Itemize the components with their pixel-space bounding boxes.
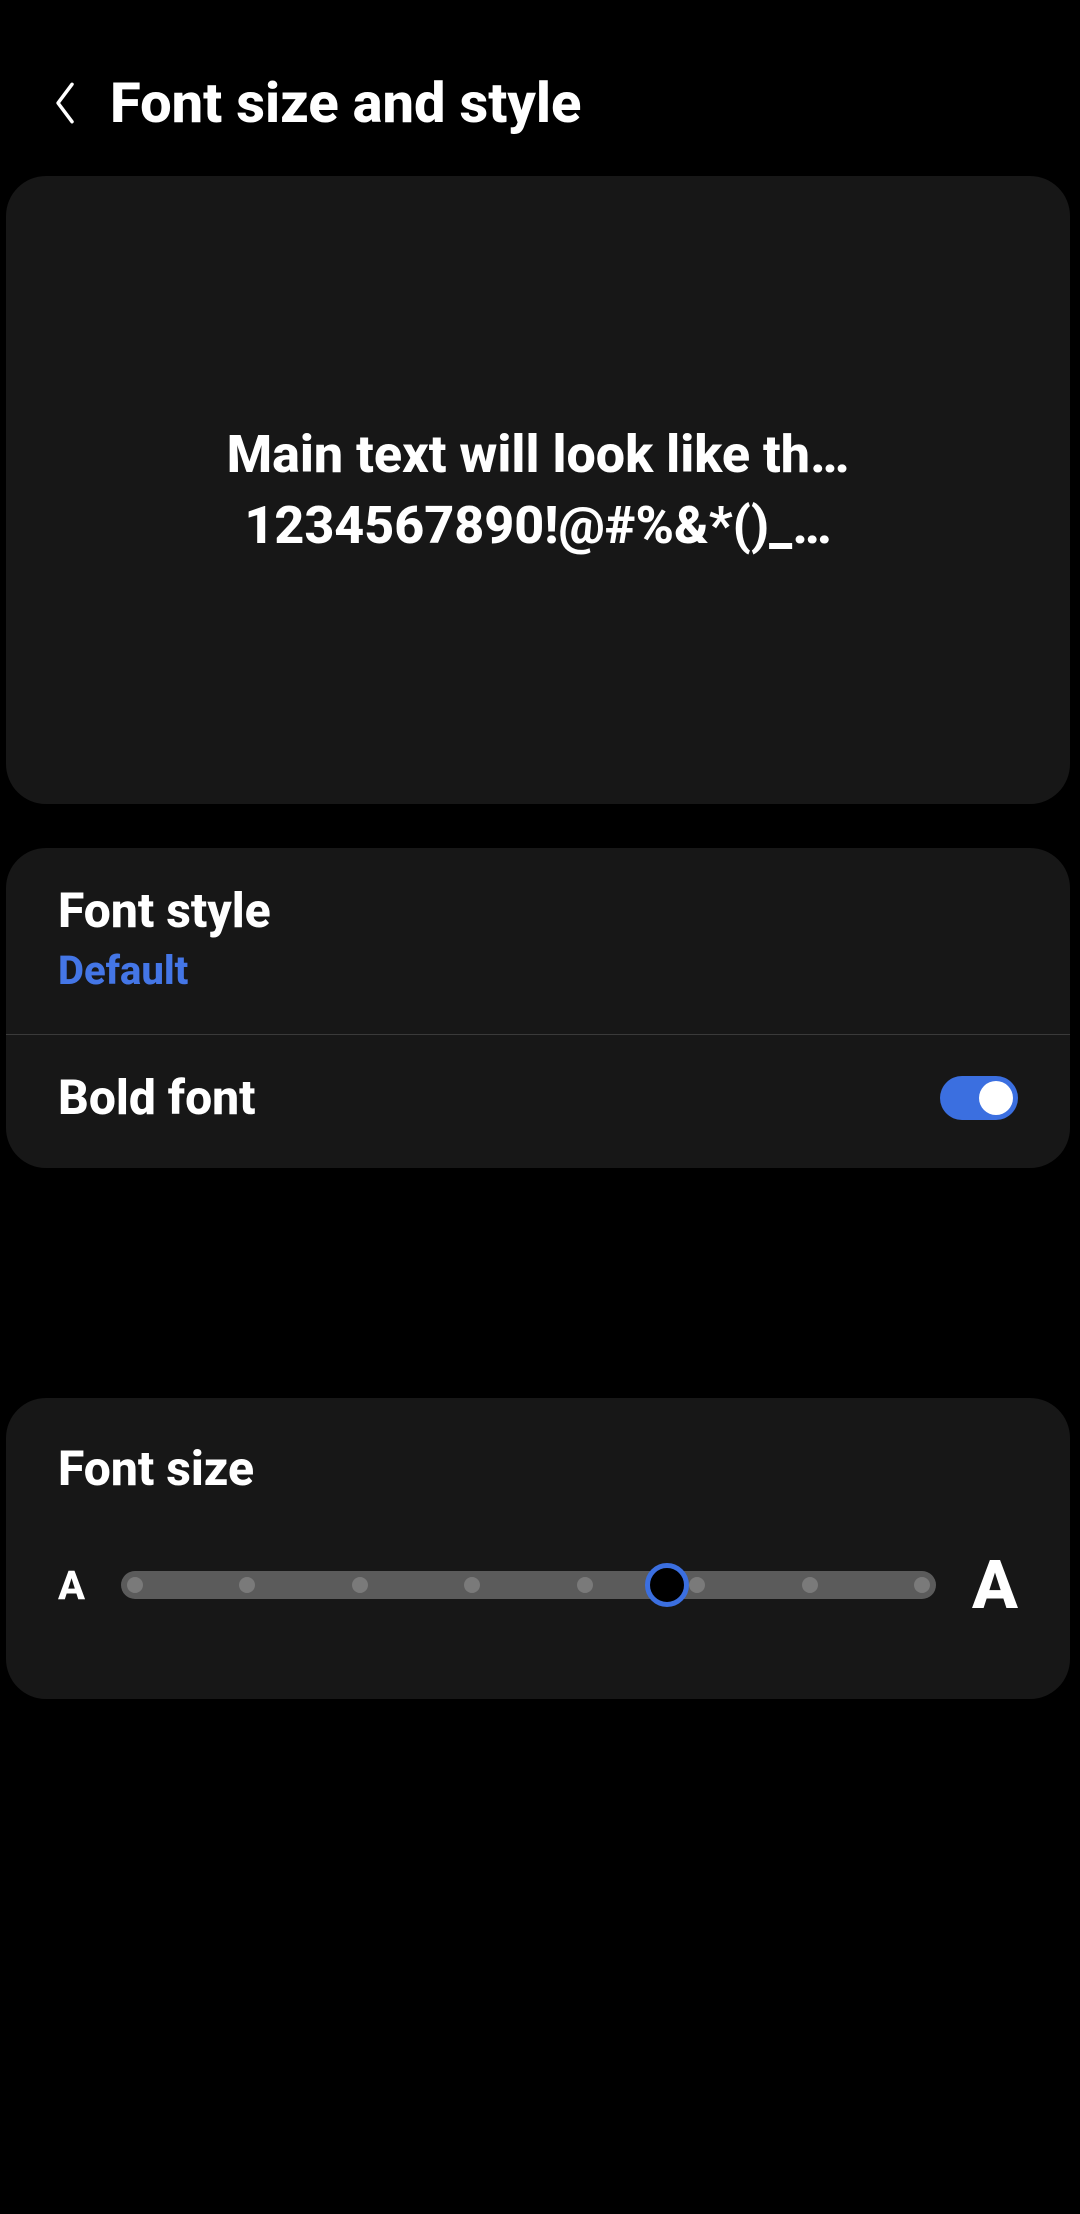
font-size-slider[interactable]	[121, 1571, 936, 1599]
slider-step	[239, 1577, 255, 1593]
slider-step	[352, 1577, 368, 1593]
slider-step	[127, 1577, 143, 1593]
bold-font-row[interactable]: Bold font	[6, 1035, 1070, 1168]
slider-step	[464, 1577, 480, 1593]
header: Font size and style	[0, 0, 1080, 176]
slider-step	[577, 1577, 593, 1593]
back-icon[interactable]	[50, 78, 80, 128]
slider-step	[689, 1577, 705, 1593]
preview-text-line2: 1234567890!@#%&*()_…	[56, 495, 1020, 556]
page-title: Font size and style	[110, 70, 581, 136]
font-size-card: Font size A A	[6, 1398, 1070, 1699]
font-style-value: Default	[58, 947, 1018, 994]
slider-step	[914, 1577, 930, 1593]
slider-step	[802, 1577, 818, 1593]
font-settings-card: Font style Default Bold font	[6, 848, 1070, 1168]
bold-font-label: Bold font	[58, 1069, 256, 1126]
bold-font-toggle[interactable]	[940, 1076, 1018, 1120]
large-a-indicator: A	[972, 1545, 1018, 1625]
font-preview-card: Main text will look like th… 1234567890!…	[6, 176, 1070, 804]
font-style-row[interactable]: Font style Default	[6, 848, 1070, 1035]
small-a-indicator: A	[58, 1562, 85, 1609]
font-size-label: Font size	[58, 1440, 1018, 1497]
preview-text-line1: Main text will look like th…	[56, 424, 1020, 485]
font-style-label: Font style	[58, 882, 1018, 939]
toggle-thumb	[979, 1081, 1013, 1115]
slider-thumb[interactable]	[645, 1563, 689, 1607]
font-size-slider-row: A A	[58, 1545, 1018, 1625]
